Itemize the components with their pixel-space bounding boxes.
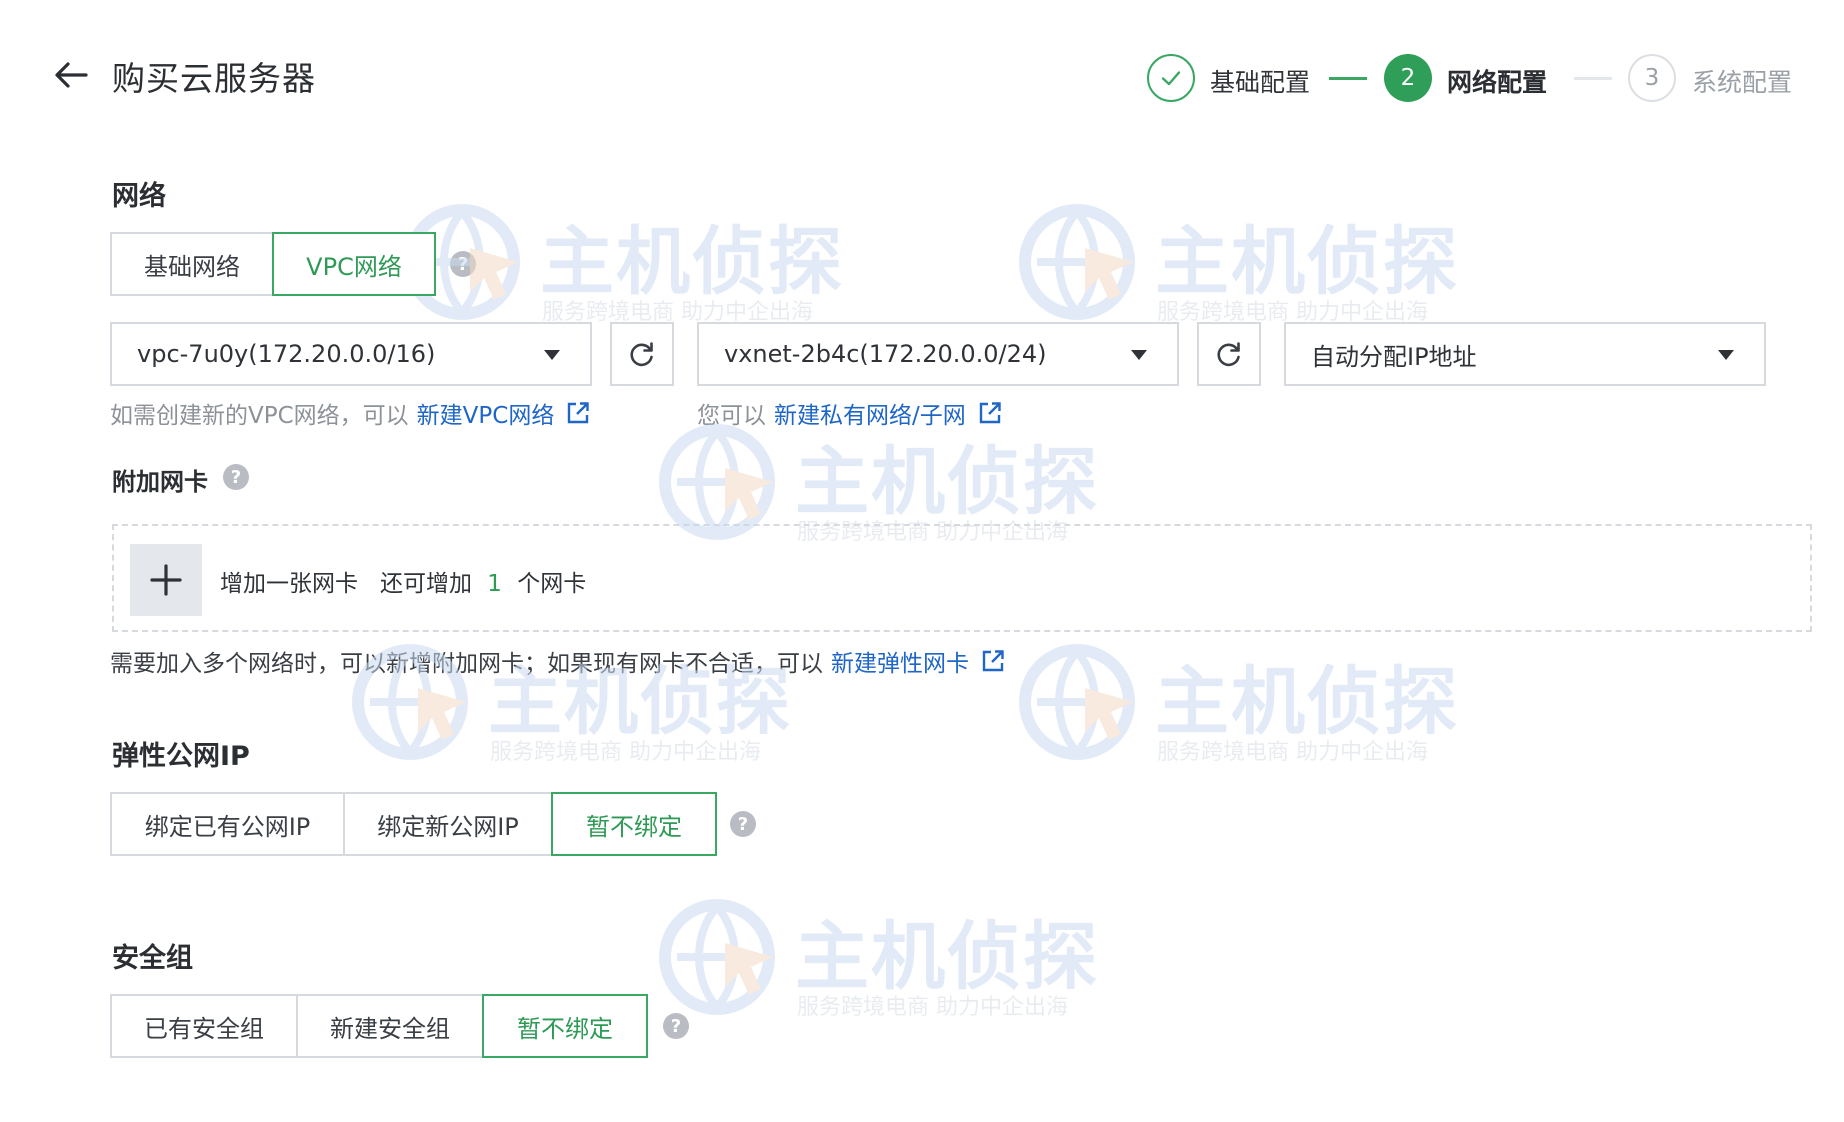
create-subnet-link[interactable]: 新建私有网络/子网 — [774, 396, 966, 430]
watermark: 主机侦探 服务跨境电商 助力中企出海 — [1015, 640, 1515, 770]
add-nic-label: 增加一张网卡 — [220, 571, 358, 597]
external-link-icon[interactable] — [981, 649, 1005, 673]
step-3-circle: 3 — [1628, 54, 1676, 102]
external-link-icon[interactable] — [978, 401, 1002, 425]
step-line-1 — [1329, 77, 1367, 80]
add-nic-area: 增加一张网卡 还可增加 1 个网卡 — [112, 524, 1812, 632]
watermark-text: 主机侦探 — [795, 439, 1099, 525]
step-3-label: 系统配置 — [1692, 68, 1793, 97]
refresh-icon — [630, 342, 653, 367]
subnet-select[interactable]: vxnet-2b4c(172.20.0.0/24) — [697, 322, 1179, 386]
nic-remaining-prefix: 还可增加 — [379, 571, 472, 597]
watermark-text: 主机侦探 — [540, 219, 844, 305]
watermark-subtext: 服务跨境电商 助力中企出海 — [1157, 740, 1428, 765]
step-1-label: 基础配置 — [1210, 68, 1311, 97]
vpc-hint-text: 如需创建新的VPC网络，可以 — [110, 403, 409, 429]
question-circle-icon[interactable]: ? — [223, 464, 249, 490]
page-title: 购买云服务器 — [112, 59, 316, 98]
watermark: 主机侦探 服务跨境电商 助力中企出海 — [1015, 200, 1515, 330]
check-icon — [1161, 71, 1181, 86]
page-header: 购买云服务器 基础配置 2 网络配置 3 系统配置 — [0, 0, 1844, 150]
caret-down-icon — [1131, 350, 1147, 360]
watermark-text: 主机侦探 — [1155, 219, 1459, 305]
nic-remaining-count: 1 — [487, 571, 502, 597]
ip-select-value: 自动分配IP地址 — [1311, 342, 1477, 371]
subnet-refresh-button[interactable] — [1197, 322, 1261, 386]
refresh-icon — [1217, 342, 1240, 367]
vpc-hint: 如需创建新的VPC网络，可以 新建VPC网络 — [110, 396, 590, 430]
watermark-globe-icon — [659, 899, 775, 1015]
existing-security-group-button[interactable]: 已有安全组 — [110, 994, 298, 1058]
vpc-refresh-button[interactable] — [610, 322, 674, 386]
question-circle-icon[interactable]: ? — [663, 1013, 689, 1039]
add-nic-button[interactable] — [130, 544, 202, 616]
no-security-group-button[interactable]: 暂不绑定 — [482, 994, 648, 1058]
caret-down-icon — [544, 350, 560, 360]
security-group-toggle: 已有安全组 新建安全组 暂不绑定 — [110, 994, 648, 1058]
watermark-subtext: 服务跨境电商 助力中企出海 — [490, 740, 761, 765]
security-group-section-title: 安全组 — [112, 943, 193, 974]
bind-new-eip-button[interactable]: 绑定新公网IP — [343, 792, 553, 856]
nic-hint: 需要加入多个网络时，可以新增附加网卡；如果现有网卡不合适，可以 新建弹性网卡 — [110, 644, 1005, 678]
step-line-2 — [1574, 77, 1612, 80]
question-circle-icon[interactable]: ? — [450, 251, 476, 277]
step-2-number: 2 — [1400, 65, 1416, 91]
ip-select[interactable]: 自动分配IP地址 — [1284, 322, 1766, 386]
create-vpc-link[interactable]: 新建VPC网络 — [417, 396, 555, 430]
nic-section-title: 附加网卡 — [112, 468, 208, 496]
nic-hint-text: 需要加入多个网络时，可以新增附加网卡；如果现有网卡不合适，可以 — [110, 651, 823, 677]
watermark: 主机侦探 服务跨境电商 助力中企出海 — [655, 895, 1155, 1025]
subnet-hint-text: 您可以 — [697, 403, 766, 429]
nic-remaining-suffix: 个网卡 — [517, 571, 587, 597]
watermark-globe-icon — [1019, 644, 1135, 760]
network-section-title: 网络 — [112, 181, 166, 212]
external-link-icon[interactable] — [566, 401, 590, 425]
watermark-text: 主机侦探 — [1155, 659, 1459, 745]
watermark-text: 主机侦探 — [795, 914, 1099, 1000]
watermark-subtext: 服务跨境电商 助力中企出海 — [797, 995, 1068, 1020]
vpc-select[interactable]: vpc-7u0y(172.20.0.0/16) — [110, 322, 592, 386]
step-2-label: 网络配置 — [1447, 68, 1548, 97]
watermark-globe-icon — [1019, 204, 1135, 320]
network-type-toggle: 基础网络 VPC网络 — [110, 232, 436, 296]
bind-existing-eip-button[interactable]: 绑定已有公网IP — [110, 792, 345, 856]
subnet-select-value: vxnet-2b4c(172.20.0.0/24) — [724, 340, 1047, 368]
vpc-network-button[interactable]: VPC网络 — [272, 232, 436, 296]
question-circle-icon[interactable]: ? — [730, 811, 756, 837]
vpc-select-value: vpc-7u0y(172.20.0.0/16) — [137, 340, 436, 368]
subnet-hint: 您可以 新建私有网络/子网 — [697, 396, 1002, 430]
no-eip-button[interactable]: 暂不绑定 — [551, 792, 717, 856]
new-security-group-button[interactable]: 新建安全组 — [296, 994, 484, 1058]
basic-network-button[interactable]: 基础网络 — [110, 232, 274, 296]
caret-down-icon — [1718, 350, 1734, 360]
nic-add-text: 增加一张网卡 还可增加 1 个网卡 — [220, 564, 586, 598]
eip-section-title: 弹性公网IP — [112, 741, 250, 772]
step-1-circle — [1147, 54, 1195, 102]
step-indicator: 基础配置 2 网络配置 3 系统配置 — [1147, 54, 1807, 104]
step-3-number: 3 — [1644, 65, 1660, 91]
eip-toggle: 绑定已有公网IP 绑定新公网IP 暂不绑定 — [110, 792, 717, 856]
step-2-circle: 2 — [1384, 54, 1432, 102]
plus-icon — [150, 564, 182, 596]
arrow-left-icon[interactable] — [52, 56, 90, 94]
create-eni-link[interactable]: 新建弹性网卡 — [831, 644, 969, 678]
